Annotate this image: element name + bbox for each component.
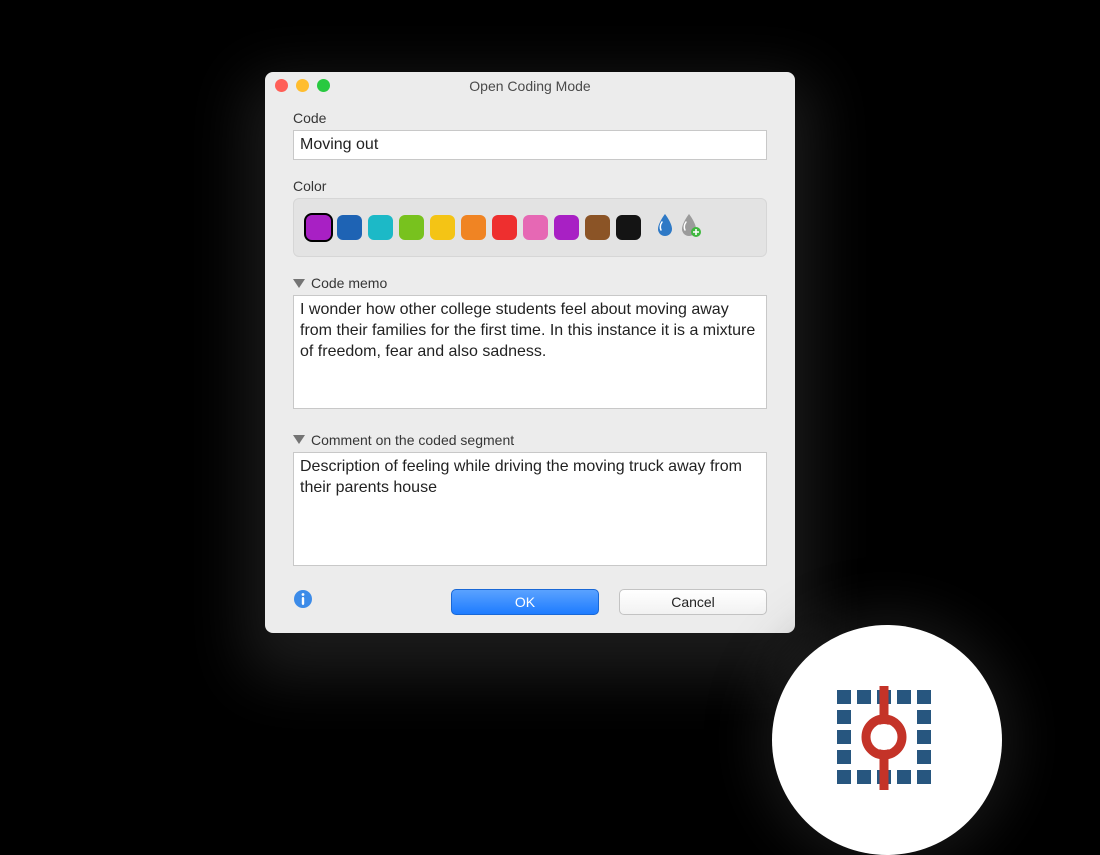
color-tools [655, 213, 701, 242]
info-icon[interactable] [293, 589, 313, 614]
code-input[interactable] [293, 130, 767, 160]
cancel-button[interactable]: Cancel [619, 589, 767, 615]
color-swatch[interactable] [306, 215, 331, 240]
close-window-button[interactable] [275, 79, 288, 92]
color-section: Color [293, 178, 767, 257]
color-picker-icon[interactable] [655, 213, 675, 242]
button-row: OK Cancel [293, 589, 767, 615]
color-swatch[interactable] [430, 215, 455, 240]
color-swatch[interactable] [461, 215, 486, 240]
color-swatch[interactable] [554, 215, 579, 240]
window-title: Open Coding Mode [265, 78, 795, 94]
color-swatch[interactable] [523, 215, 548, 240]
disclosure-triangle-icon [293, 435, 305, 444]
titlebar: Open Coding Mode [265, 72, 795, 100]
add-color-picker-icon[interactable] [679, 213, 701, 242]
memo-textarea[interactable] [293, 295, 767, 409]
comment-disclosure[interactable]: Comment on the coded segment [293, 432, 767, 448]
color-swatch[interactable] [368, 215, 393, 240]
color-swatch[interactable] [616, 215, 641, 240]
minimize-window-button[interactable] [296, 79, 309, 92]
color-swatch[interactable] [399, 215, 424, 240]
code-label: Code [293, 110, 767, 126]
comment-textarea[interactable] [293, 452, 767, 566]
color-swatch[interactable] [585, 215, 610, 240]
disclosure-triangle-icon [293, 279, 305, 288]
dialog-content: Code Color [265, 100, 795, 633]
memo-disclosure[interactable]: Code memo [293, 275, 767, 291]
color-swatch[interactable] [492, 215, 517, 240]
maximize-window-button[interactable] [317, 79, 330, 92]
open-coding-icon [827, 680, 947, 800]
color-palette [293, 198, 767, 257]
code-section: Code [293, 110, 767, 160]
ok-button[interactable]: OK [451, 589, 599, 615]
comment-label: Comment on the coded segment [311, 432, 514, 448]
memo-section: Code memo [293, 275, 767, 414]
dialog-window: Open Coding Mode Code Color [265, 72, 795, 633]
color-swatch[interactable] [337, 215, 362, 240]
window-controls [275, 79, 330, 92]
color-label: Color [293, 178, 767, 194]
feature-badge [772, 625, 1002, 855]
memo-label: Code memo [311, 275, 387, 291]
comment-section: Comment on the coded segment [293, 432, 767, 571]
